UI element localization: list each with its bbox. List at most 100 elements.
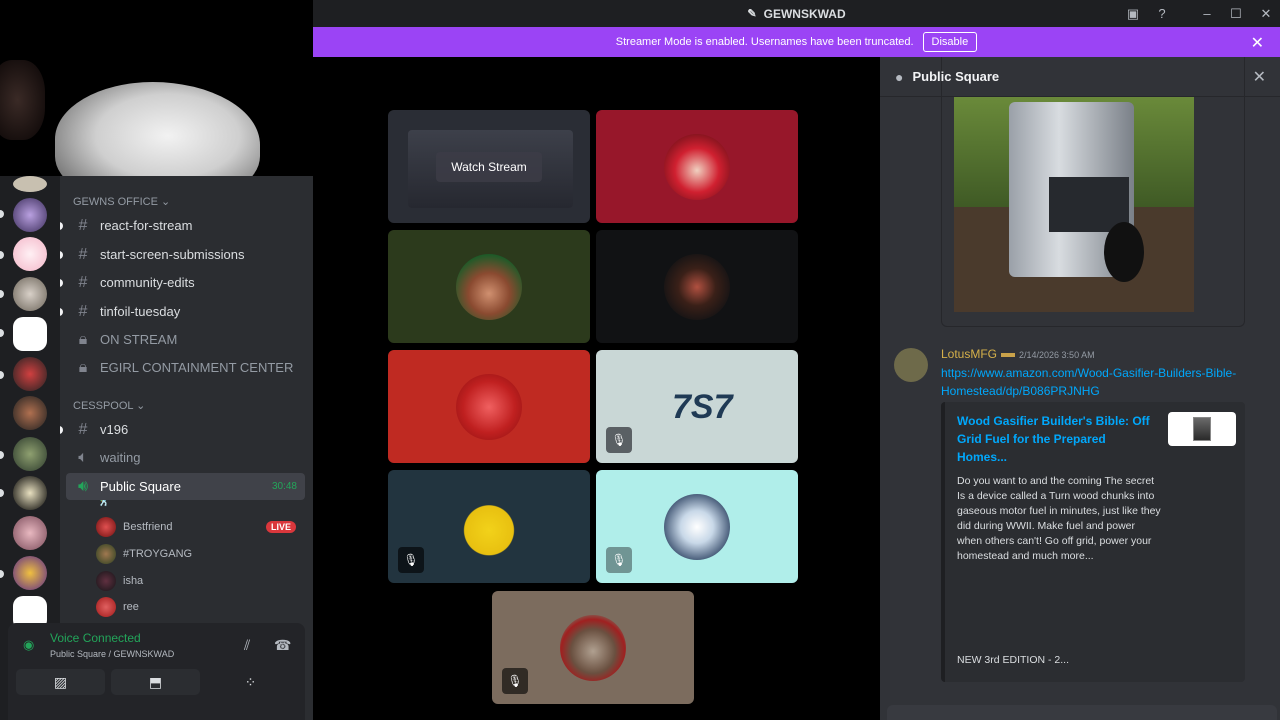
unread-pip bbox=[0, 489, 4, 497]
avatar bbox=[96, 544, 116, 564]
server-icon[interactable] bbox=[13, 516, 47, 550]
unread-pip bbox=[0, 371, 4, 379]
message-header: LotusMFG 2/14/2026 3:50 AM bbox=[941, 347, 1095, 361]
server-icon[interactable] bbox=[13, 556, 47, 590]
avatar bbox=[560, 614, 626, 681]
user-tile[interactable]: 🎙︎ bbox=[596, 470, 798, 583]
voice-user[interactable]: #TROYGANG bbox=[96, 542, 192, 566]
user-tile[interactable] bbox=[596, 110, 798, 223]
signal-icon: ◉ bbox=[23, 637, 35, 652]
webcam-pillow bbox=[55, 82, 260, 176]
text-in-voice-panel: ● Public Square ✕ LotusMFG 2/14/2026 3:50… bbox=[880, 57, 1280, 720]
window-title: GEWNSKWAD bbox=[763, 6, 846, 21]
server-icon[interactable] bbox=[13, 396, 47, 430]
disconnect-icon[interactable]: ☎ bbox=[274, 637, 291, 654]
speaker-icon: 🔈︎ bbox=[78, 448, 88, 466]
inbox-icon[interactable]: ▣ bbox=[1119, 0, 1147, 27]
voice-user[interactable]: isha bbox=[96, 569, 143, 593]
unread-pip bbox=[60, 222, 63, 230]
unread-pip bbox=[0, 251, 4, 259]
lock-icon: 🔒︎ bbox=[78, 330, 88, 348]
server-icon[interactable] bbox=[13, 357, 47, 391]
book-cover-icon bbox=[1193, 417, 1211, 441]
activities-button[interactable]: ⁘ bbox=[206, 669, 295, 695]
voice-channel-public-square[interactable]: 🔊︎ Public Square 30:48 bbox=[66, 473, 305, 500]
user-tile[interactable] bbox=[388, 350, 590, 463]
team-logo-icon: 7S7 bbox=[672, 388, 733, 426]
user-tile[interactable] bbox=[388, 230, 590, 343]
channel-react-for-stream[interactable]: # react-for-stream bbox=[66, 212, 305, 239]
unread-pip bbox=[0, 290, 4, 298]
message-input[interactable] bbox=[887, 705, 1277, 720]
user-tile[interactable]: 🎙︎ bbox=[388, 470, 590, 583]
unread-pip bbox=[0, 570, 4, 578]
category-cesspool[interactable]: CESSPOOL ⌄ bbox=[73, 399, 145, 412]
embed-thumbnail[interactable] bbox=[1168, 412, 1236, 446]
voice-user[interactable]: ree bbox=[96, 595, 139, 619]
voice-location[interactable]: Public Square / GEWNSKWAD bbox=[50, 649, 174, 659]
minimize-icon[interactable]: – bbox=[1193, 0, 1221, 27]
mic-muted-icon: 🎙︎ bbox=[606, 427, 632, 453]
panel-header: ● Public Square ✕ bbox=[880, 57, 1280, 97]
voice-status: Voice Connected bbox=[50, 631, 141, 645]
close-window-icon[interactable]: ✕ bbox=[1252, 0, 1280, 27]
voice-stage: Watch Stream 7S7 🎙︎ 🎙︎ 🎙︎ 🎙︎ bbox=[313, 57, 880, 720]
embed-footer: NEW 3rd EDITION - 2... bbox=[957, 654, 1070, 666]
hash-icon: # bbox=[78, 420, 88, 438]
gasifier-image[interactable] bbox=[954, 97, 1194, 312]
server-icon[interactable] bbox=[13, 198, 47, 232]
voice-user[interactable]: Bestfriend bbox=[96, 515, 173, 539]
hash-icon: # bbox=[78, 302, 88, 320]
server-icon[interactable] bbox=[13, 237, 47, 271]
channel-start-screen-submissions[interactable]: # start-screen-submissions bbox=[66, 241, 305, 268]
share-screen-button[interactable]: ⬒ bbox=[111, 669, 200, 695]
avatar bbox=[664, 493, 730, 560]
mic-muted-icon: 🎙︎ bbox=[398, 547, 424, 573]
close-banner-icon[interactable]: ✕ bbox=[1251, 33, 1264, 53]
watch-stream-button[interactable]: Watch Stream bbox=[436, 152, 542, 182]
webcam-overlay bbox=[0, 0, 313, 176]
panel-title: Public Square bbox=[912, 69, 1000, 84]
hash-icon: # bbox=[78, 273, 88, 291]
unread-pip bbox=[60, 279, 63, 287]
channel-v196[interactable]: # v196 bbox=[66, 416, 305, 443]
author-name[interactable]: LotusMFG bbox=[941, 347, 997, 361]
disable-button[interactable]: Disable bbox=[922, 32, 978, 52]
server-icon[interactable] bbox=[13, 277, 47, 311]
hash-icon: # bbox=[78, 245, 88, 263]
server-icon[interactable] bbox=[13, 437, 47, 471]
user-tile[interactable] bbox=[596, 230, 798, 343]
server-icon[interactable] bbox=[13, 476, 47, 510]
user-tile[interactable]: 7S7 🎙︎ bbox=[596, 350, 798, 463]
category-gewns-office[interactable]: GEWNS OFFICE ⌄ bbox=[73, 195, 170, 208]
link-embed: Wood Gasifier Builder's Bible: Off Grid … bbox=[941, 402, 1245, 682]
user-tile[interactable]: 🎙︎ bbox=[492, 591, 694, 704]
voice-channel-waiting[interactable]: 🔈︎ waiting bbox=[66, 444, 305, 471]
camera-off-button[interactable]: ▨ bbox=[16, 669, 105, 695]
embed-title[interactable]: Wood Gasifier Builder's Bible: Off Grid … bbox=[957, 412, 1157, 466]
unread-pip bbox=[0, 329, 4, 337]
unread-pip bbox=[60, 251, 63, 259]
avatar bbox=[96, 571, 116, 591]
webcam-person bbox=[0, 60, 45, 140]
message-link[interactable]: https://www.amazon.com/Wood-Gasifier-Bui… bbox=[941, 364, 1241, 400]
channel-community-edits[interactable]: # community-edits bbox=[66, 269, 305, 296]
channel-egirl-containment-center[interactable]: 🔒︎ EGIRL CONTAINMENT CENTER bbox=[66, 354, 305, 381]
unread-pip bbox=[0, 210, 4, 218]
unread-pip bbox=[60, 426, 63, 434]
server-icon[interactable] bbox=[13, 176, 47, 192]
stream-tile[interactable]: Watch Stream bbox=[388, 110, 590, 223]
voice-connected-panel: ◉ Voice Connected Public Square / GEWNSK… bbox=[8, 623, 305, 720]
maximize-icon[interactable]: ☐ bbox=[1222, 0, 1250, 27]
embed-description: Do you want to and the coming The secret… bbox=[957, 475, 1161, 562]
lock-icon: 🔒︎ bbox=[78, 358, 88, 376]
avatar bbox=[456, 373, 522, 440]
banner-text: Streamer Mode is enabled. Usernames have… bbox=[615, 36, 914, 48]
help-icon[interactable]: ? bbox=[1148, 0, 1176, 27]
server-icon[interactable] bbox=[13, 317, 47, 351]
channel-tinfoil-tuesday[interactable]: # tinfoil-tuesday bbox=[66, 298, 305, 325]
channel-on-stream[interactable]: 🔒︎ ON STREAM bbox=[66, 326, 305, 353]
avatar[interactable] bbox=[894, 348, 928, 382]
close-panel-icon[interactable]: ✕ bbox=[1253, 67, 1266, 87]
noise-suppression-icon[interactable]: ⫽ bbox=[244, 637, 250, 654]
